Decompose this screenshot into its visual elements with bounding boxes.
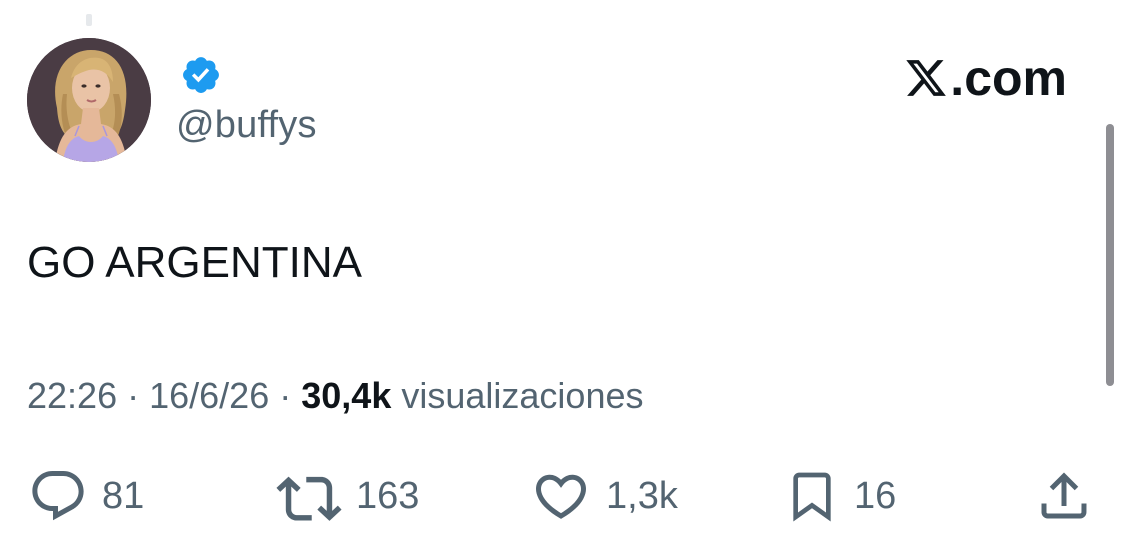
top-edge-mark (86, 14, 92, 26)
meta-separator: · (279, 375, 302, 416)
bookmark-icon (793, 472, 831, 522)
like-button[interactable]: 1,3k (530, 466, 678, 526)
share-icon (1041, 472, 1087, 519)
like-count: 1,3k (606, 474, 678, 517)
retweet-button[interactable]: 163 (276, 466, 419, 526)
profile-photo (27, 38, 151, 162)
views-label: visualizaciones (401, 375, 644, 416)
brand-label: .com (950, 50, 1067, 106)
tweet-screenshot: @buffys .com GO ARGENTINA 22:26 · 16/6/2… (0, 0, 1125, 549)
retweet-count: 163 (356, 474, 420, 517)
action-bar: 81 163 1,3k 16 (0, 466, 1125, 526)
tweet-date[interactable]: 16/6/26 (149, 375, 269, 416)
bookmark-count: 16 (854, 474, 897, 517)
reply-button[interactable]: 81 (28, 466, 144, 526)
author-handle[interactable]: @buffys (176, 102, 317, 148)
meta-separator: · (127, 375, 150, 416)
reply-count: 81 (102, 474, 145, 517)
tweet-time[interactable]: 22:26 (27, 375, 117, 416)
tweet-meta: 22:26 · 16/6/26 · 30,4k visualizaciones (27, 374, 643, 418)
x-logo-icon (906, 60, 947, 96)
tweet-text: GO ARGENTINA (27, 238, 362, 287)
views-count[interactable]: 30,4k (301, 375, 391, 416)
share-button[interactable] (1034, 466, 1094, 526)
verified-badge-icon (183, 57, 219, 93)
retweet-icon (276, 476, 342, 521)
reply-icon (32, 471, 84, 521)
avatar[interactable] (27, 38, 151, 162)
heart-icon (535, 474, 587, 519)
bookmark-button[interactable]: 16 (784, 466, 896, 526)
scrollbar[interactable] (1106, 124, 1114, 386)
brand-watermark: .com (904, 50, 1067, 106)
